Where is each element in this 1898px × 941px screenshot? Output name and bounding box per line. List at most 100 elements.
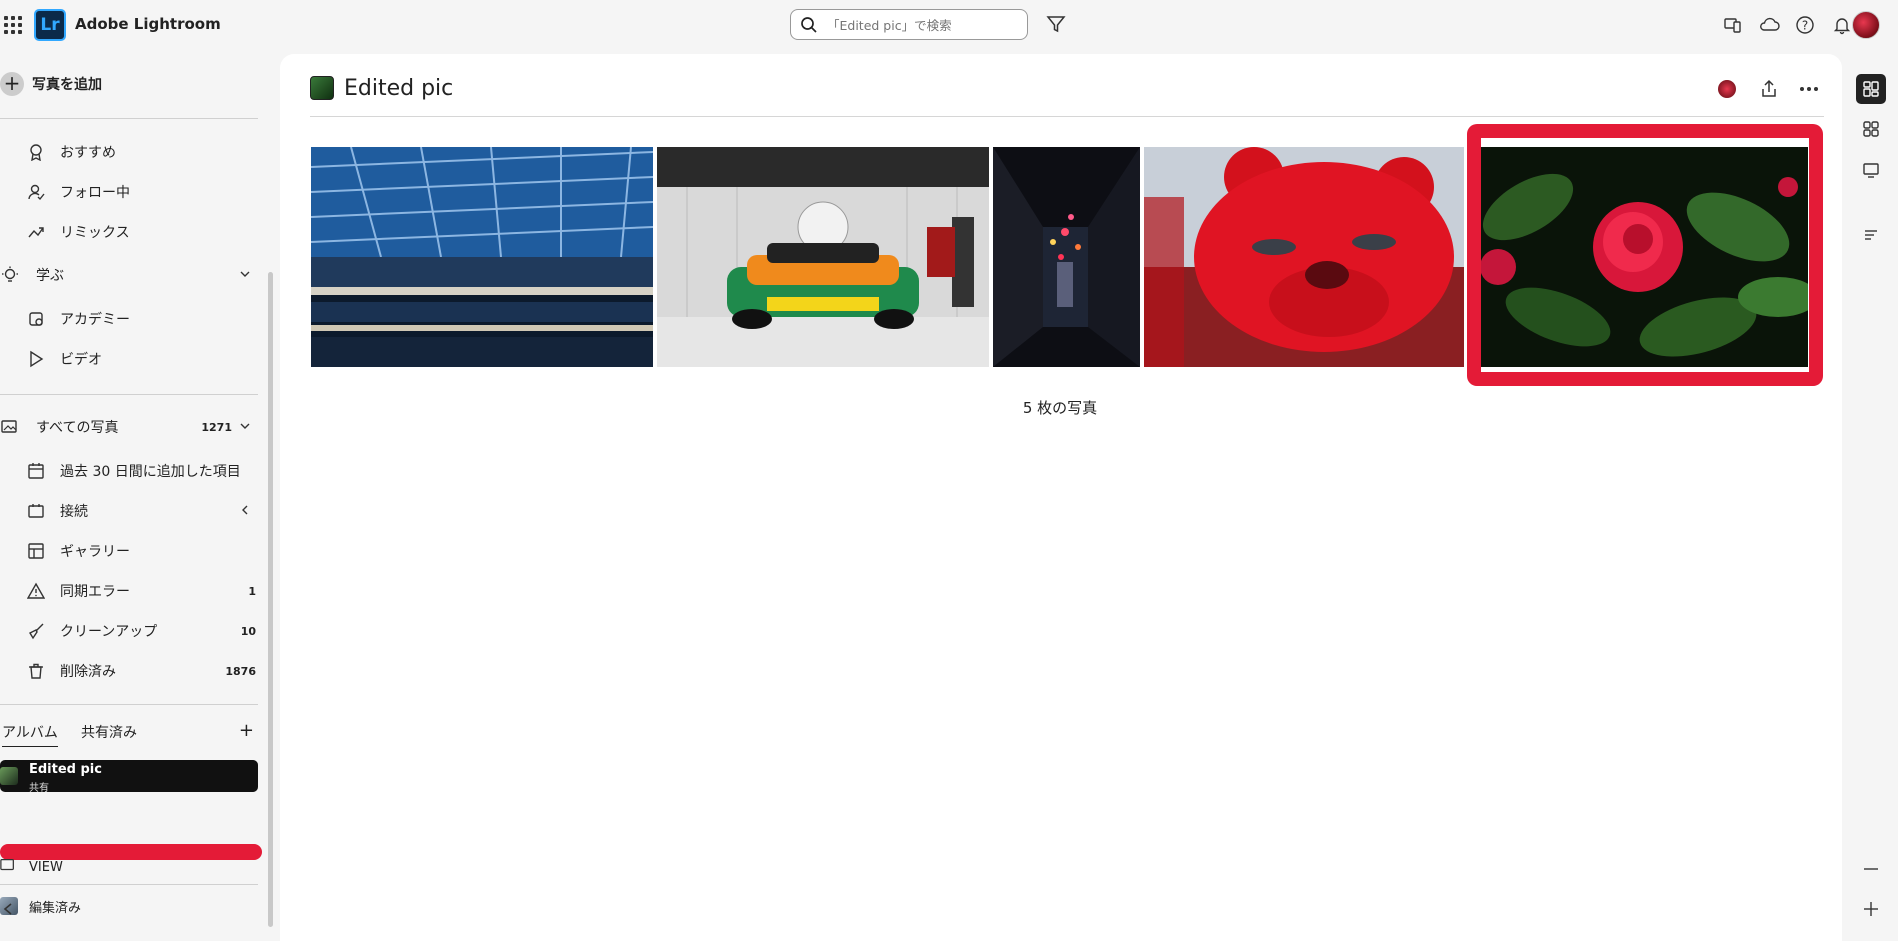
app-title: Adobe Lightroom [75,15,221,33]
cloud-icon[interactable] [1755,10,1785,40]
sidebar-item-label: すべての写真 [36,420,119,436]
photo-race-car[interactable] [657,147,989,367]
plus-icon: + [0,72,24,96]
more-options-icon[interactable] [1796,76,1822,102]
red-highlight-annotation [1467,124,1823,386]
plus-icon [1864,902,1878,916]
album-header: Edited pic [310,70,453,106]
badge-icon [26,142,46,162]
zoom-in-button[interactable] [1856,894,1886,924]
photo-red-bear[interactable] [1144,147,1464,367]
share-icon[interactable] [1756,76,1782,102]
tab-albums[interactable]: アルバム [2,722,58,747]
help-icon[interactable]: ? [1790,10,1820,40]
sidebar-item-label: ギャラリー [60,544,130,560]
divider [0,704,258,705]
sidebar-item-recommended[interactable]: おすすめ [0,132,258,172]
sidebar-item-label: 同期エラー [60,584,130,600]
add-photo-label: 写真を追加 [32,77,102,93]
zoom-out-button[interactable] [1856,854,1886,884]
chevron-down-icon[interactable] [238,419,252,437]
square-grid-icon [1863,121,1879,137]
album-item-edited[interactable]: 編集済み [0,891,258,921]
lightroom-logo[interactable]: Lr [34,9,66,41]
lightbulb-icon [0,265,20,285]
remix-icon [26,222,46,242]
slideshow-button[interactable] [1856,155,1886,185]
devices-icon[interactable] [1718,10,1748,40]
filter-icon[interactable] [1046,14,1066,38]
album-item-view[interactable]: VIEW [0,852,258,882]
warning-icon [26,581,46,601]
sidebar-item-following[interactable]: フォロー中 [0,172,258,212]
user-avatar[interactable] [1852,11,1880,39]
calendar-icon [26,461,46,481]
album-item-label: Edited pic [29,762,102,777]
monitor-icon [1863,163,1879,178]
add-album-icon[interactable]: + [239,720,254,741]
sidebar-item-label: 接続 [60,504,88,520]
top-bar: Lr Adobe Lightroom ? [0,0,1898,50]
divider [0,118,258,119]
play-icon [26,349,46,369]
search-box[interactable] [790,9,1028,40]
sidebar-item-label: ビデオ [60,352,102,368]
square-grid-button[interactable] [1856,114,1886,144]
album-tabs: アルバム 共有済み + [0,716,258,747]
grid-view-icon [1863,81,1879,97]
folder-icon [26,501,46,521]
svg-text:?: ? [1802,19,1808,33]
sidebar-item-sync-errors[interactable]: 同期エラー 1 [0,571,258,611]
collapse-sidebar-icon[interactable] [2,900,14,921]
photo-count-badge: 1271 [201,420,232,434]
album-avatar-icon[interactable] [1714,76,1740,102]
sort-button[interactable] [1856,220,1886,250]
sidebar-item-label: アカデミー [60,312,130,328]
add-photo-button[interactable]: + 写真を追加 [0,66,102,102]
sidebar-item-recent[interactable]: 過去 30 日間に追加した項目 [0,451,258,491]
right-toolbar [1842,50,1898,941]
photo-alley[interactable] [993,147,1140,367]
album-item-label: VIEW [29,859,63,875]
chevron-left-icon[interactable] [238,503,252,521]
left-sidebar: + 写真を追加 おすすめ フォロー中 リミックス 学ぶ アカデミー ビデオ すべ… [0,50,276,941]
sidebar-item-label: おすすめ [60,145,116,161]
sidebar-scrollbar[interactable] [268,272,273,927]
tab-shared[interactable]: 共有済み [81,722,137,742]
count-badge: 1 [248,584,256,598]
album-shared-label: 共有 [29,783,49,794]
album-item-label: 編集済み [29,900,82,916]
sidebar-item-connections[interactable]: 接続 [0,491,258,531]
chevron-down-icon[interactable] [238,267,252,285]
sidebar-section-label: 学ぶ [36,268,64,284]
app-grid-icon[interactable] [4,16,22,34]
divider [310,116,1824,117]
minus-icon [1864,868,1878,870]
sidebar-item-video[interactable]: ビデオ [0,339,258,379]
search-input[interactable] [825,14,1024,36]
count-badge: 10 [240,624,256,638]
sidebar-section-learn[interactable]: 学ぶ [0,255,258,295]
sidebar-item-all-photos[interactable]: すべての写真 1271 [0,407,258,447]
sort-icon [1865,230,1877,240]
album-item-edited-pic[interactable]: Edited pic 共有 [0,760,258,794]
sidebar-item-gallery[interactable]: ギャラリー [0,531,258,571]
count-badge: 1876 [225,664,256,678]
album-thumbnail [310,76,334,100]
photos-icon [0,417,20,437]
main-content: Edited pic 5 枚の写真 [280,54,1842,941]
sidebar-item-remix[interactable]: リミックス [0,212,258,252]
photo-atrium[interactable] [311,147,653,367]
search-icon [801,17,817,33]
sidebar-item-deleted[interactable]: 削除済み 1876 [0,651,258,691]
sidebar-item-academy[interactable]: アカデミー [0,299,258,339]
page-title: Edited pic [344,75,454,101]
follow-icon [26,182,46,202]
grid-view-button[interactable] [1856,74,1886,104]
sidebar-item-cleanup[interactable]: クリーンアップ 10 [0,611,258,651]
photos-icon [0,857,16,877]
broom-icon [26,621,46,641]
photo-count-label: 5 枚の写真 [1022,399,1098,417]
divider [0,394,258,395]
sidebar-item-label: 削除済み [60,664,116,680]
